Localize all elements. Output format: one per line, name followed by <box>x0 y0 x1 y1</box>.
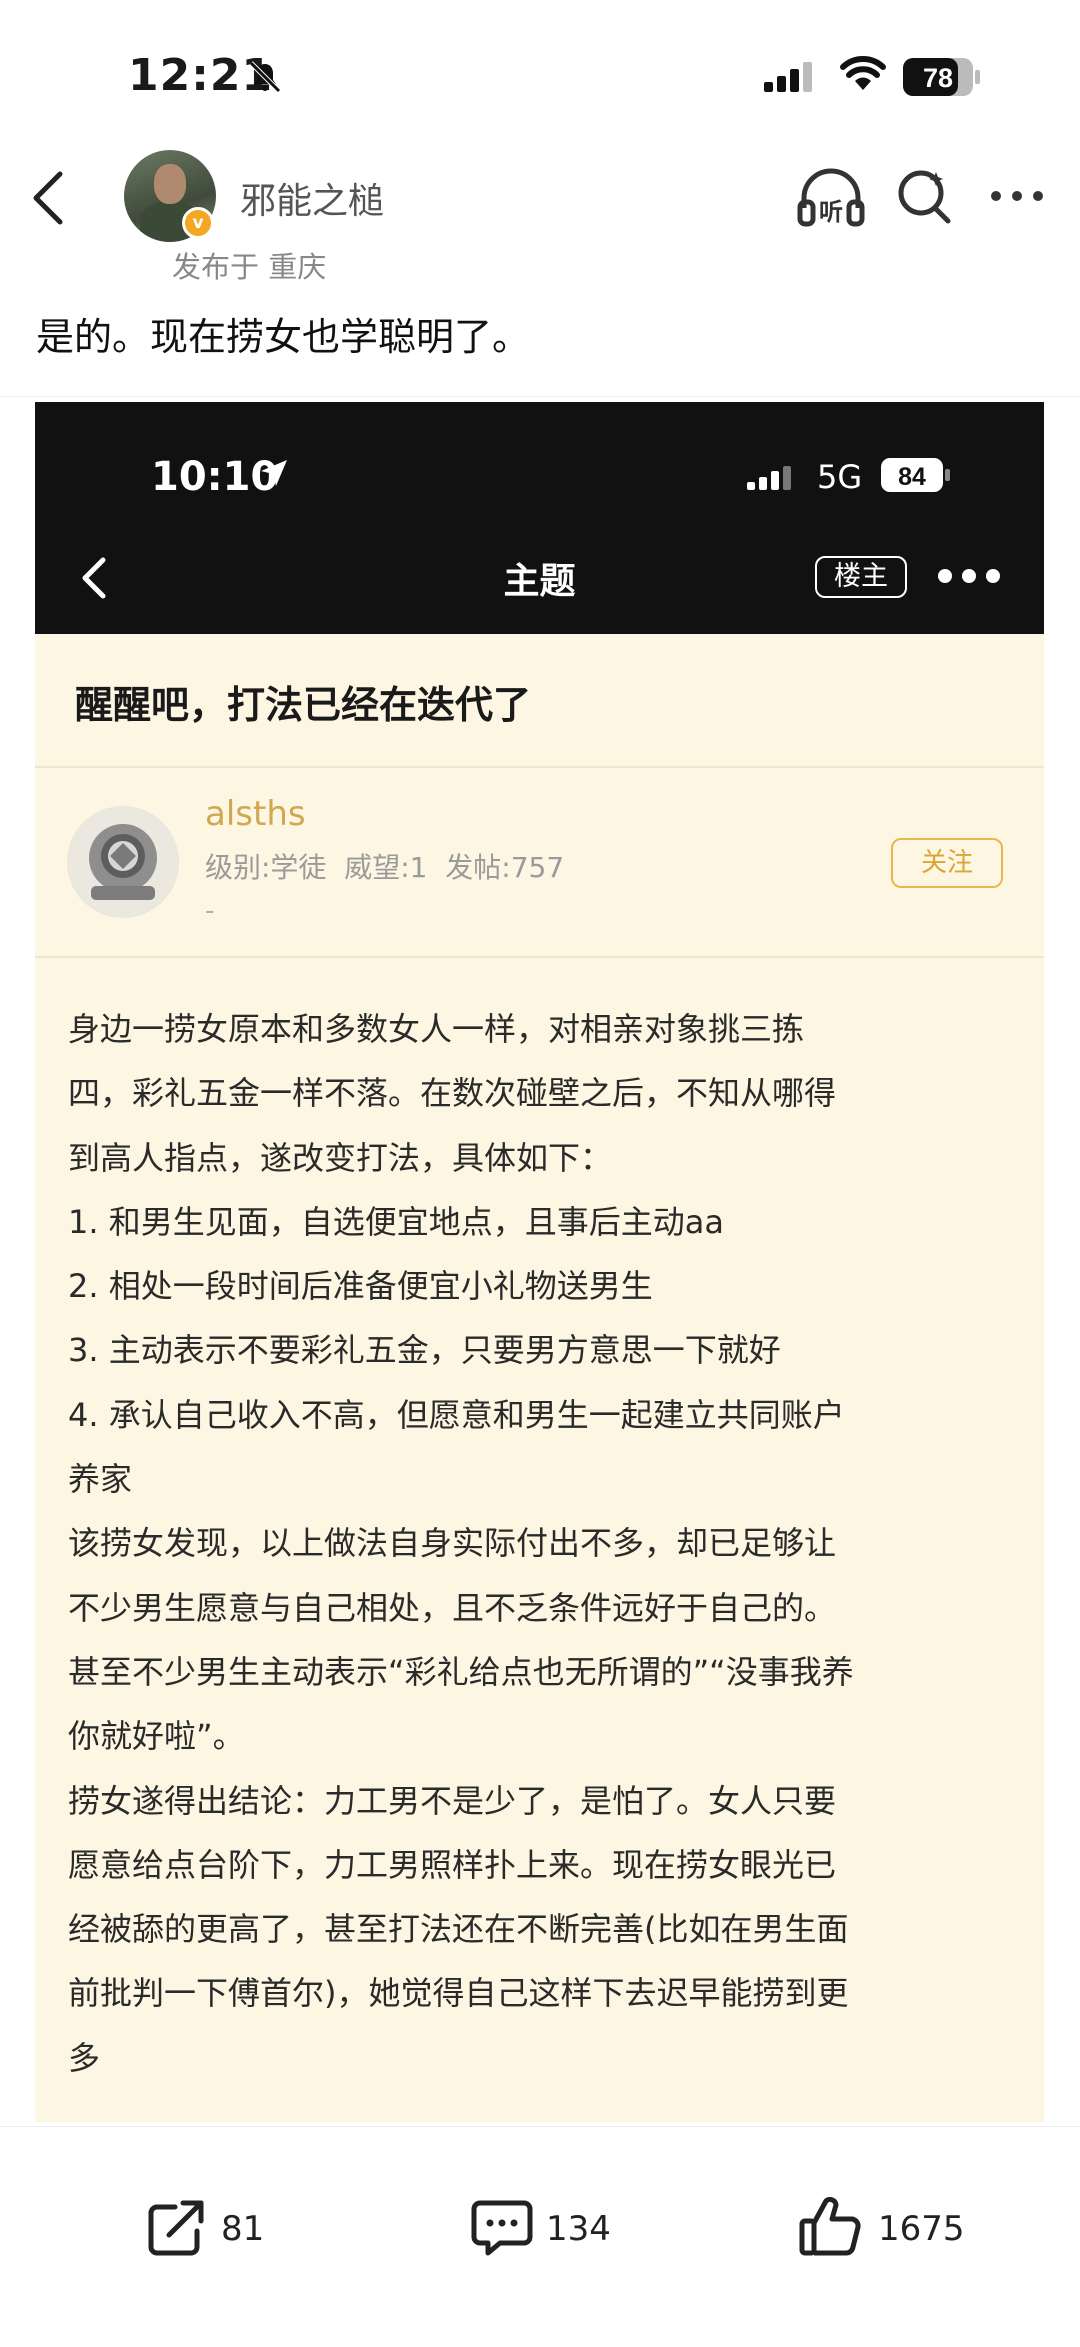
body-line: 到高人指点，遂改变打法，具体如下： <box>68 1138 613 1177</box>
body-line: 3. 主动表示不要彩礼五金，只要男方意思一下就好 <box>68 1331 781 1370</box>
headphones-icon[interactable]: 听 <box>796 164 866 230</box>
body-line: 4. 承认自己收入不高，但愿意和男生一起建立共同账户 <box>68 1395 845 1434</box>
status-bar: 12:21 78 <box>0 0 1080 150</box>
body-line: 愿意给点台阶下，力工男照样扑上来。现在捞女眼光已 <box>68 1845 837 1884</box>
comment-icon <box>471 2200 533 2256</box>
bottom-action-bar: 81 134 1675 <box>0 2126 1080 2347</box>
divider <box>35 766 1044 768</box>
body-line: 身边一捞女原本和多数女人一样，对相亲对象挑三拣 <box>68 1010 805 1048</box>
body-line: 经被舔的更高了，甚至打法还在不断完善(比如在男生面 <box>68 1910 849 1949</box>
thread-username: alsths <box>205 794 306 834</box>
author-name[interactable]: 邪能之槌 <box>240 172 384 224</box>
body-line: 不少男生愿意与自己相处，且不乏条件远好于自己的。 <box>68 1588 837 1627</box>
post-header: v 邪能之槌 发布于 重庆 听 <box>0 150 1080 397</box>
wifi-icon <box>840 56 886 90</box>
back-icon[interactable] <box>26 168 72 228</box>
op-tag: 楼主 <box>815 556 907 598</box>
embedded-status-bar: 10:10 5G 84 <box>35 402 1044 522</box>
share-icon <box>148 2200 204 2256</box>
comment-count: 134 <box>546 2209 611 2249</box>
share-count: 81 <box>221 2209 265 2249</box>
post-text: 是的。现在捞女也学聪明了。 <box>36 315 531 359</box>
body-line: 该捞女发现，以上做法自身实际付出不多，却已足够让 <box>68 1524 837 1563</box>
body-line: 养家 <box>68 1460 133 1499</box>
cellular-signal-icon <box>764 62 812 92</box>
divider <box>35 956 1044 958</box>
embedded-signal-icon <box>747 466 791 490</box>
like-count: 1675 <box>878 2209 965 2249</box>
battery-level: 78 <box>923 63 953 93</box>
bell-off-icon <box>249 61 281 93</box>
follow-button: 关注 <box>891 838 1003 888</box>
user-signature: - <box>205 896 215 926</box>
search-icon[interactable] <box>896 166 952 226</box>
body-line: 前批判一下傅首尔)，她觉得自己这样下去迟早能捞到更 <box>68 1974 849 2013</box>
body-line: 捞女遂得出结论：力工男不是少了，是怕了。女人只要 <box>68 1781 837 1820</box>
thumbs-up-icon <box>799 2197 861 2256</box>
embedded-screenshot[interactable]: 10:10 5G 84 主题 楼主 醒醒吧，打法已经在迭代了 alsths 级别… <box>35 402 1044 2122</box>
embedded-network-type: 5G <box>817 458 863 496</box>
battery-icon: 78 <box>903 58 980 96</box>
user-meta: 级别:学徒 威望:1 发帖:757 <box>205 851 565 884</box>
body-line: 四，彩礼五金一样不落。在数次碰壁之后，不知从哪得 <box>68 1074 837 1113</box>
verified-badge-icon: v <box>182 207 214 239</box>
embedded-battery-level: 84 <box>898 463 926 491</box>
header-divider <box>0 396 1080 397</box>
thread-title: 醒醒吧，打法已经在迭代了 <box>75 683 532 727</box>
body-line: 2. 相处一段时间后准备便宜小礼物送男生 <box>68 1267 653 1306</box>
body-line: 多 <box>68 2038 101 2077</box>
post-location: 发布于 重庆 <box>172 250 327 284</box>
body-line: 你就好啦”。 <box>68 1717 245 1756</box>
svg-text:听: 听 <box>819 198 843 226</box>
diving-helmet-avatar-icon <box>67 806 179 918</box>
location-arrow-icon <box>261 460 287 486</box>
thread-body: 身边一捞女原本和多数女人一样，对相亲对象挑三拣 四，彩礼五金一样不落。在数次碰壁… <box>68 997 1018 2090</box>
embedded-more-icon <box>938 569 1000 583</box>
more-options-icon[interactable] <box>988 186 1046 206</box>
body-line: 甚至不少男生主动表示“彩礼给点也无所谓的”“没事我养 <box>68 1652 854 1691</box>
embedded-nav-bar: 主题 楼主 <box>35 522 1044 634</box>
embedded-battery-icon: 84 <box>881 458 950 492</box>
body-line: 1. 和男生见面，自选便宜地点，且事后主动aa <box>68 1202 724 1241</box>
